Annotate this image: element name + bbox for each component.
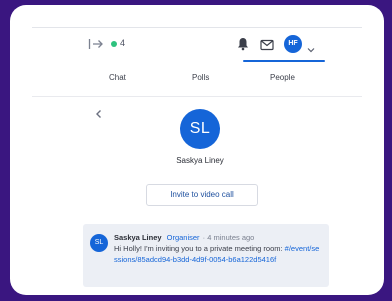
active-tab-indicator	[243, 60, 325, 62]
message-text: Hi Holly! I'm inviting you to a private …	[114, 244, 285, 253]
message-body: Hi Holly! I'm inviting you to a private …	[114, 244, 320, 265]
mail-icon[interactable]	[260, 38, 274, 51]
exit-icon[interactable]	[88, 37, 104, 51]
chevron-down-icon[interactable]	[307, 40, 315, 53]
tab-bar: Chat Polls People	[10, 69, 384, 95]
online-count: 4	[120, 38, 126, 48]
app-window: 4 HF Chat Polls People SL Saskya Liney I…	[10, 5, 384, 295]
message-timestamp: · 4 minutes ago	[202, 233, 255, 242]
tab-polls[interactable]: Polls	[192, 73, 209, 82]
profile-name: Saskya Liney	[176, 156, 224, 165]
top-divider	[32, 27, 362, 28]
message-header: Saskya Liney Organiser · 4 minutes ago	[114, 233, 254, 242]
invite-to-video-call-button[interactable]: Invite to video call	[146, 184, 258, 206]
tabs-divider	[32, 96, 362, 97]
message-sender: Saskya Liney	[114, 233, 162, 242]
message-role-badge: Organiser	[166, 233, 200, 242]
message-avatar: SL	[90, 234, 108, 252]
toolbar: 4 HF	[10, 32, 384, 58]
tab-people[interactable]: People	[270, 73, 295, 82]
tab-chat[interactable]: Chat	[109, 73, 126, 82]
bell-icon[interactable]	[237, 37, 249, 51]
user-avatar[interactable]: HF	[284, 35, 302, 53]
back-arrow-icon[interactable]	[94, 108, 104, 120]
online-status-dot	[111, 41, 117, 47]
chat-message: SL Saskya Liney Organiser · 4 minutes ag…	[83, 224, 329, 287]
profile-avatar: SL	[180, 109, 220, 149]
